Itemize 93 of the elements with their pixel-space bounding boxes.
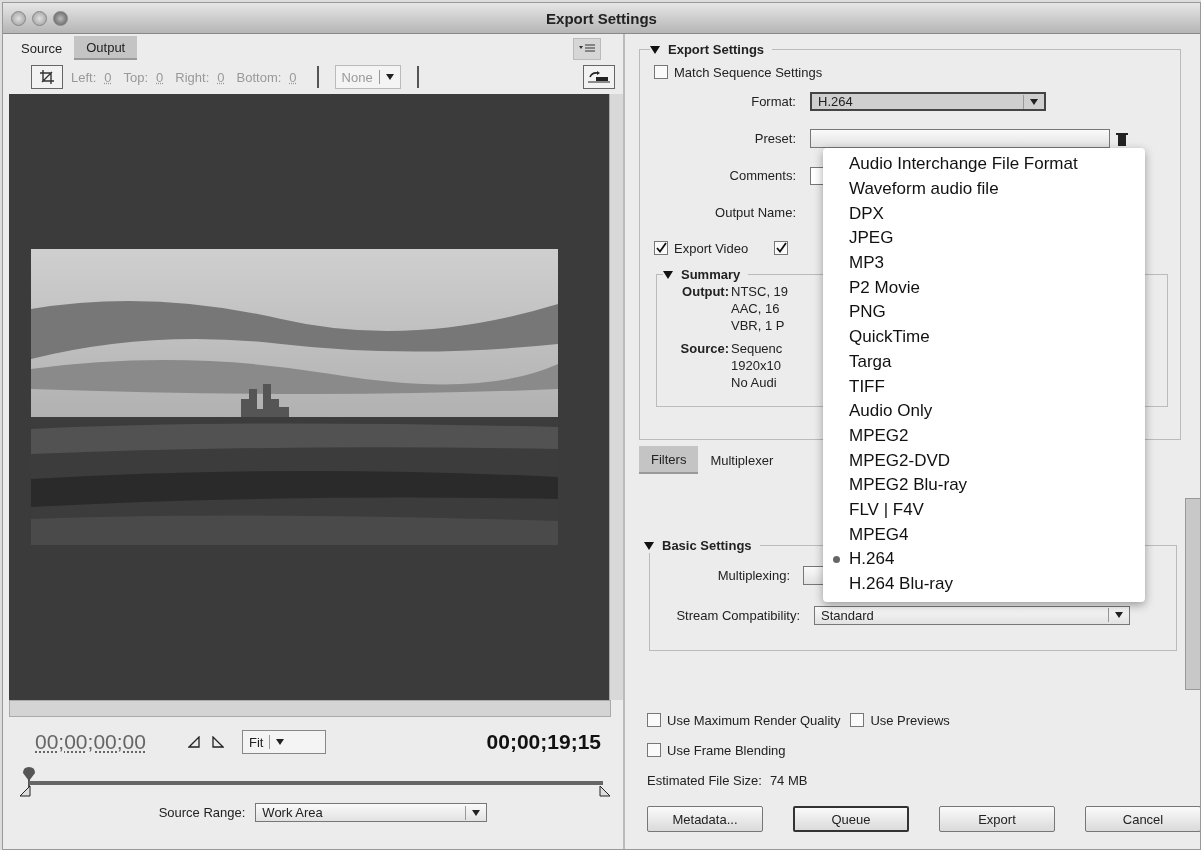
menu-item[interactable]: MPEG4 — [823, 522, 1145, 547]
disclosure-triangle-icon[interactable] — [663, 269, 673, 280]
zoom-button[interactable] — [53, 10, 68, 26]
menu-item[interactable]: MP3 — [823, 250, 1145, 276]
dropdown-arrow-icon — [276, 739, 285, 745]
menu-item[interactable]: Audio Interchange File Format — [823, 152, 1145, 177]
tab[interactable]: Filters — [639, 446, 699, 474]
dropdown-arrow-icon — [385, 74, 394, 80]
tab[interactable]: Multiplexer — [698, 446, 786, 474]
menu-item[interactable]: H.264 — [823, 547, 1145, 572]
crop-icon — [39, 69, 55, 85]
dialog-button[interactable]: Metadata... — [647, 806, 763, 832]
summary-label: Output: — [681, 284, 729, 301]
checkbox-label: Use Maximum Render Quality — [667, 712, 841, 728]
dialog-button[interactable]: Export — [939, 806, 1055, 832]
crop-button[interactable] — [31, 65, 63, 89]
vertical-scrollbar[interactable] — [609, 94, 623, 700]
zoom-dropdown[interactable]: Fit — [241, 730, 326, 754]
horizontal-scrollbar[interactable] — [9, 700, 611, 717]
panel-menu-icon — [579, 44, 595, 54]
dialog-button[interactable]: Cancel — [1085, 806, 1200, 832]
tab[interactable]: Source — [9, 36, 75, 60]
crop-label: Right: — [175, 69, 210, 85]
menu-item[interactable]: JPEG — [823, 226, 1145, 251]
dropdown-arrow-icon — [1030, 98, 1038, 105]
dialog-button[interactable]: Queue — [793, 806, 909, 832]
checkbox-label: Match Sequence Settings — [674, 64, 823, 80]
checkbox[interactable] — [654, 65, 668, 79]
format-dropdown[interactable]: H.264 — [810, 92, 1046, 111]
in-point-marker[interactable] — [19, 785, 31, 797]
disclosure-triangle-icon[interactable] — [644, 540, 654, 551]
dropdown-arrow-icon — [1115, 612, 1123, 618]
export-frame-icon — [588, 70, 610, 84]
out-point-marker[interactable] — [599, 785, 611, 797]
summary-text: Sequenc — [731, 341, 783, 356]
section-title: Summary — [681, 267, 741, 282]
menu-item[interactable]: Waveform audio file — [823, 176, 1145, 202]
source-range-dropdown[interactable]: Work Area — [255, 803, 488, 822]
menu-item[interactable]: MPEG2 — [823, 423, 1145, 449]
duration-timecode: 00;00;19;15 — [486, 730, 601, 754]
checkbox[interactable] — [850, 713, 865, 727]
crop-label: Bottom: — [236, 69, 282, 85]
dropdown-arrow-icon — [472, 809, 481, 816]
tab[interactable]: Output — [74, 36, 138, 60]
current-timecode[interactable]: 00;00;00;00 — [35, 730, 146, 754]
estimate-label: Estimated File Size: — [647, 772, 762, 788]
source-range-label: Source Range: — [158, 805, 246, 820]
estimate-value: 74 MB — [769, 772, 808, 788]
menu-item[interactable]: Audio Only — [823, 398, 1145, 424]
section-title: Basic Settings — [662, 538, 752, 553]
menu-item[interactable]: FLV | F4V — [823, 497, 1145, 523]
menu-item[interactable]: TIFF — [823, 374, 1145, 399]
stream-compatibility-dropdown[interactable]: Standard — [814, 605, 1130, 625]
crop-label: Top: — [123, 69, 149, 85]
checkbox-label: Use Frame Blending — [667, 742, 786, 758]
menu-item[interactable]: H.264 Blu-ray — [823, 571, 1145, 597]
summary-text: 1920x10 — [731, 358, 782, 373]
field-label: Stream Compatibility: — [675, 607, 800, 623]
in-point-icon[interactable] — [187, 736, 200, 748]
summary-text: No Audi — [731, 375, 778, 390]
menu-item[interactable]: MPEG2 Blu-ray — [823, 472, 1145, 498]
checkbox[interactable] — [654, 241, 668, 255]
checkbox-label: Export Video — [674, 240, 749, 256]
panel-menu-button[interactable] — [573, 38, 601, 60]
menu-item[interactable]: DPX — [823, 201, 1145, 227]
field-label: Preset: — [753, 131, 796, 146]
crop-label: Left: — [71, 69, 97, 85]
summary-text: AAC, 16 — [731, 301, 781, 316]
field-label: Output Name: — [714, 205, 796, 220]
menu-item[interactable]: Targa — [823, 349, 1145, 375]
field-label: Multiplexing: — [716, 568, 790, 583]
checkbox[interactable] — [647, 713, 661, 727]
out-point-icon[interactable] — [211, 736, 224, 748]
menu-item[interactable]: QuickTime — [823, 324, 1145, 350]
summary-label: Source: — [679, 341, 729, 358]
window-title: Export Settings — [546, 9, 657, 27]
menu-item[interactable]: P2 Movie — [823, 275, 1145, 301]
checkbox-label: Use Previews — [870, 712, 950, 728]
preset-dropdown[interactable] — [810, 129, 1110, 148]
export-frame-button[interactable] — [583, 65, 615, 89]
menu-item[interactable]: MPEG2-DVD — [823, 448, 1145, 473]
checkbox[interactable] — [774, 241, 789, 255]
section-title: Export Settings — [668, 42, 765, 57]
menu-item[interactable]: PNG — [823, 300, 1145, 325]
checkbox[interactable] — [647, 743, 661, 757]
field-label: Comments: — [728, 168, 796, 183]
field-label: Format: — [750, 94, 796, 109]
disclosure-triangle-icon[interactable] — [650, 44, 660, 55]
playhead-handle[interactable] — [22, 767, 36, 789]
summary-text: NTSC, 19 — [731, 284, 789, 299]
summary-text: VBR, 1 P — [731, 318, 786, 333]
trash-icon[interactable] — [1116, 131, 1128, 146]
vertical-scrollbar[interactable] — [1185, 498, 1200, 690]
